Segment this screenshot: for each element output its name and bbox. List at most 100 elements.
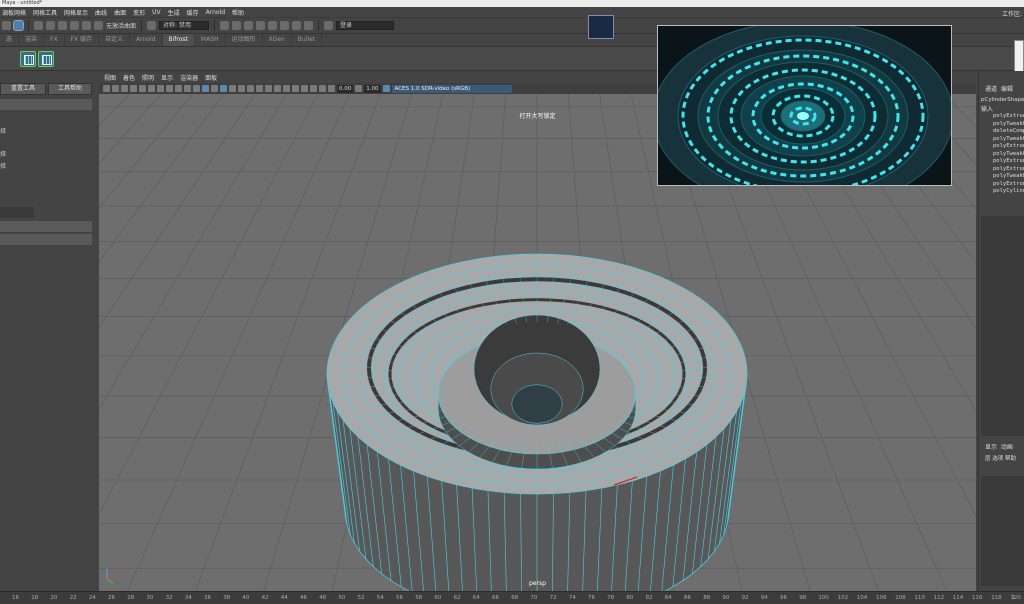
- input-node[interactable]: deleteComp: [993, 128, 1024, 134]
- shadows-icon[interactable]: [247, 85, 254, 92]
- live-surface-label[interactable]: 无激活曲面: [106, 21, 136, 30]
- render-view-icon[interactable]: [232, 21, 242, 30]
- symmetry-icon[interactable]: [147, 21, 157, 30]
- menu-item[interactable]: 曲面: [114, 8, 126, 17]
- viewport-menu-item[interactable]: 面板: [205, 73, 217, 82]
- wireframe-icon[interactable]: [202, 85, 209, 92]
- viewport-menu-item[interactable]: 着色: [123, 73, 135, 82]
- safe-title-icon[interactable]: [193, 85, 200, 92]
- input-node[interactable]: polyExtrude: [993, 166, 1024, 172]
- bookmark-icon[interactable]: [121, 85, 128, 92]
- snap-grid-icon[interactable]: [13, 20, 24, 31]
- camera-attr-icon[interactable]: [112, 85, 119, 92]
- field-chart-icon[interactable]: [175, 85, 182, 92]
- render-frame-icon[interactable]: [220, 21, 230, 30]
- shelf-tab[interactable]: 自定义: [99, 34, 131, 46]
- arnold-render-icon[interactable]: [280, 21, 290, 30]
- symmetry-dropdown[interactable]: 对称: 禁用: [159, 21, 210, 30]
- hypershade-icon[interactable]: [268, 21, 278, 30]
- film-gate-icon[interactable]: [148, 85, 155, 92]
- login-dropdown[interactable]: 登录: [336, 21, 395, 30]
- safe-action-icon[interactable]: [184, 85, 191, 92]
- shelf-tab[interactable]: FX: [44, 34, 65, 46]
- object-name[interactable]: pCylinderShape: [981, 97, 1024, 103]
- menu-item[interactable]: 生成: [168, 8, 180, 17]
- menu-item[interactable]: 网格显示: [64, 8, 88, 17]
- menu-options[interactable]: 选项: [992, 456, 1003, 462]
- motion-blur-icon[interactable]: [265, 85, 272, 92]
- option-field[interactable]: [0, 207, 34, 218]
- xray-joints-icon[interactable]: [310, 85, 317, 92]
- shelf-tool-icon-1[interactable]: [20, 51, 36, 67]
- view-transform-dropdown[interactable]: ACES 1.0 SDR-video (sRGB): [391, 84, 512, 93]
- input-node[interactable]: polyCylind: [993, 188, 1024, 194]
- menu-item[interactable]: Arnold: [206, 9, 225, 16]
- menu-item[interactable]: 缓存: [187, 8, 199, 17]
- anti-alias-icon[interactable]: [274, 85, 281, 92]
- viewport-menu-item[interactable]: 照明: [142, 73, 154, 82]
- wireframe-on-shaded-icon[interactable]: [220, 85, 227, 92]
- snap-curve-icon[interactable]: [46, 21, 55, 30]
- shelf-tab[interactable]: 选: [0, 34, 20, 46]
- snap-surface-icon[interactable]: [82, 21, 91, 30]
- menu-item[interactable]: UV: [152, 9, 161, 16]
- tool-help-button[interactable]: 工具帮助: [48, 83, 92, 95]
- shelf-tab[interactable]: Bullet: [292, 34, 323, 46]
- gamma-field[interactable]: 1.00: [364, 84, 381, 93]
- exposure-field[interactable]: 0.00: [337, 84, 354, 93]
- live-surface-icon[interactable]: [94, 21, 103, 30]
- gate-mask-icon[interactable]: [166, 85, 173, 92]
- render-settings-icon[interactable]: [256, 21, 266, 30]
- xray-icon[interactable]: [301, 85, 308, 92]
- shelf-tab[interactable]: MASH: [195, 34, 226, 46]
- input-node[interactable]: polyTweakU: [993, 151, 1024, 157]
- menu-item[interactable]: 网格工具: [33, 8, 57, 17]
- menu-item[interactable]: 调板网格: [2, 8, 26, 17]
- camera-icon[interactable]: [103, 85, 110, 92]
- shelf-tab[interactable]: FX 缓存: [65, 34, 100, 46]
- shelf-tab[interactable]: 运动图形: [226, 34, 263, 46]
- isolate-select-icon[interactable]: [292, 85, 299, 92]
- ambient-occlusion-icon[interactable]: [256, 85, 263, 92]
- depth-of-field-icon[interactable]: [283, 85, 290, 92]
- input-node[interactable]: polyTweakU: [993, 121, 1024, 127]
- ipr-render-icon[interactable]: [244, 21, 254, 30]
- section-header[interactable]: [0, 221, 92, 232]
- textured-icon[interactable]: [229, 85, 236, 92]
- ipr-icon[interactable]: [304, 21, 314, 30]
- reset-tool-button[interactable]: 重置工具: [0, 83, 46, 95]
- section-header[interactable]: [0, 234, 92, 245]
- time-slider[interactable]: 16 18 20 22 24 26 28 30 32 34 36 38 40 42 44 46 48 50 52 54…: [0, 591, 1024, 604]
- tab-display[interactable]: 显示: [985, 444, 997, 451]
- exposure-icon[interactable]: [328, 85, 335, 92]
- shelf-tab[interactable]: Arnold: [130, 34, 163, 46]
- menu-help[interactable]: 帮助: [1005, 456, 1016, 462]
- input-node[interactable]: polyExtrude: [993, 143, 1024, 149]
- image-plane-icon[interactable]: [130, 85, 137, 92]
- resolution-gate-icon[interactable]: [157, 85, 164, 92]
- side-window-tab[interactable]: [1014, 40, 1024, 74]
- menu-item[interactable]: 帮助: [232, 8, 244, 17]
- gamma-icon[interactable]: [355, 85, 363, 92]
- tab-channels[interactable]: 通道: [985, 86, 997, 93]
- tab-anim[interactable]: 动画: [1001, 444, 1013, 451]
- color-management-icon[interactable]: [382, 85, 390, 92]
- shelf-tool-icon-2[interactable]: [38, 51, 54, 67]
- user-icon[interactable]: [324, 21, 334, 30]
- floating-thumbnail-icon[interactable]: [588, 15, 614, 39]
- xray-components-icon[interactable]: [319, 85, 326, 92]
- smooth-shade-icon[interactable]: [211, 85, 218, 92]
- magnet-icon[interactable]: [34, 21, 43, 30]
- input-node[interactable]: polyExtrude: [993, 158, 1024, 164]
- shelf-tab[interactable]: XGen: [263, 34, 292, 46]
- menu-layers[interactable]: 层: [985, 456, 991, 462]
- shelf-tab[interactable]: Bifrost: [162, 34, 195, 46]
- viewport-menu-item[interactable]: 渲染器: [180, 73, 198, 82]
- snap-view-icon[interactable]: [70, 21, 79, 30]
- light-icon[interactable]: [292, 21, 302, 30]
- menu-item[interactable]: 变形: [133, 8, 145, 17]
- input-node[interactable]: polyTweakU: [993, 136, 1024, 142]
- lights-icon[interactable]: [238, 85, 245, 92]
- shelf-tab[interactable]: 渲染: [19, 34, 45, 46]
- viewport-menu-item[interactable]: 视图: [104, 73, 116, 82]
